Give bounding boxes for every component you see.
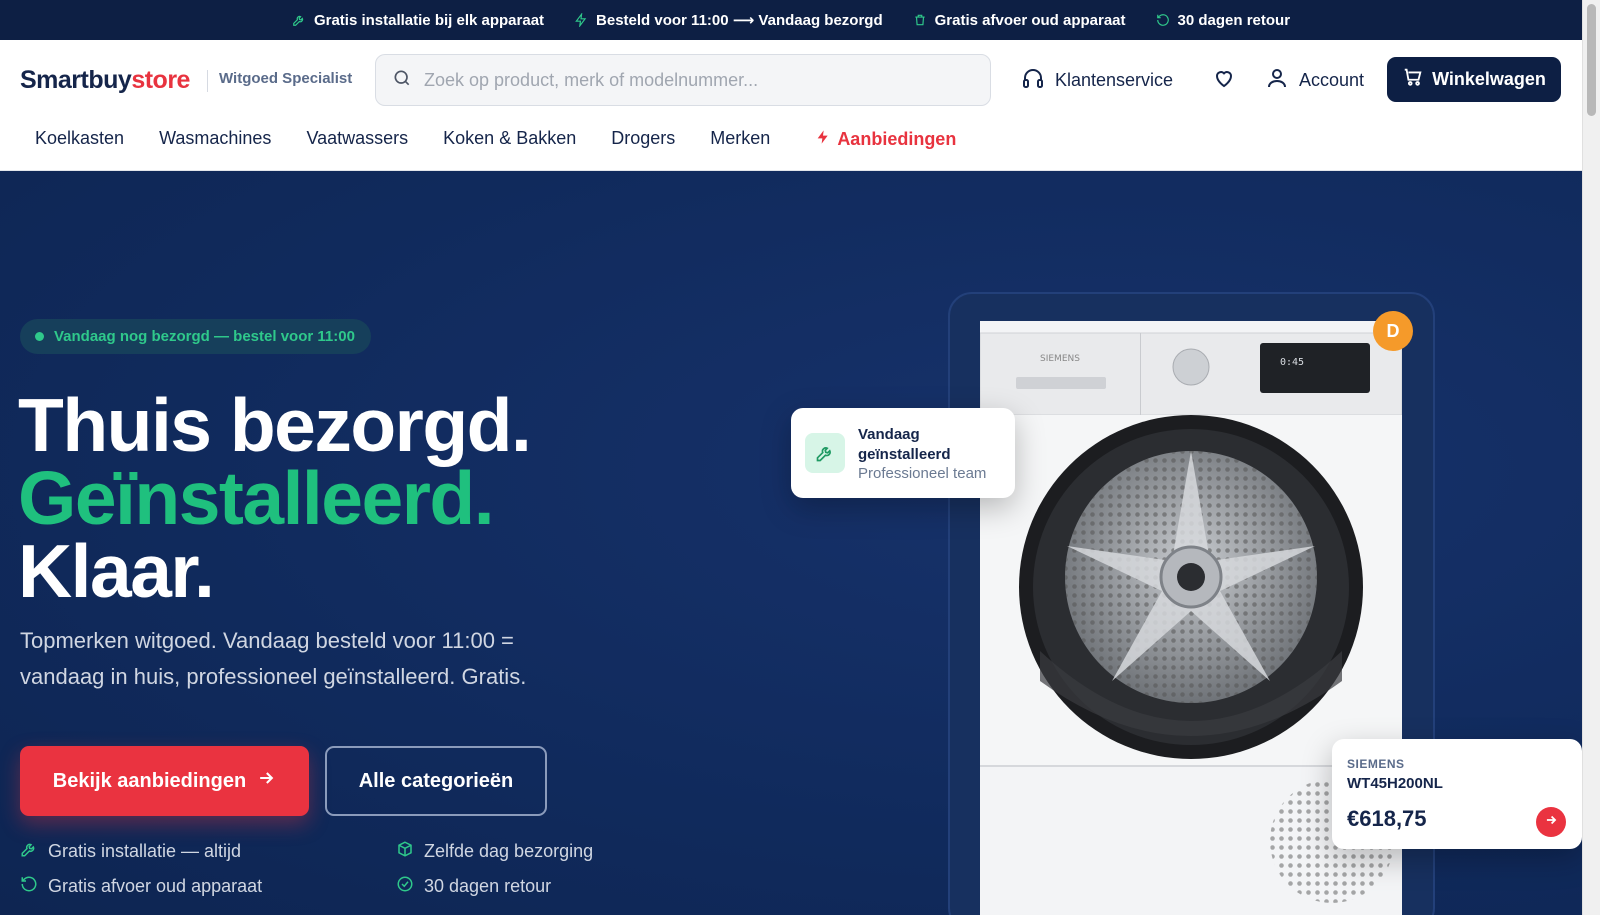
hero-headline-2: Geïnstalleerd.	[18, 456, 495, 540]
usp-return: 30 dagen retour	[396, 875, 551, 898]
installation-card: Vandaag geïnstalleerd Professioneel team	[791, 408, 1015, 498]
box-icon	[396, 840, 414, 863]
product-model: WT45H200NL	[1347, 775, 1443, 792]
promo-label: Gratis afvoer oud apparaat	[934, 11, 1126, 29]
product-link-button[interactable]	[1536, 807, 1566, 837]
status-dot	[35, 332, 44, 341]
logo[interactable]: Smartbuystore	[20, 66, 190, 95]
view-deals-label: Bekijk aanbiedingen	[52, 769, 247, 792]
search-bar[interactable]	[375, 54, 991, 106]
cart-label: Winkelwagen	[1432, 69, 1546, 89]
installation-card-subtitle: Professioneel team	[858, 465, 987, 482]
lightning-icon	[574, 13, 588, 27]
hero-headline-3: Klaar.	[18, 529, 215, 613]
usp-label: 30 dagen retour	[424, 876, 552, 896]
nav-item-koelkasten[interactable]: Koelkasten	[35, 128, 124, 151]
nav-item-merken[interactable]: Merken	[710, 128, 770, 151]
lightning-icon	[815, 128, 831, 151]
hero-headline-1: Thuis bezorgd.	[18, 383, 532, 467]
account-label: Account	[1299, 70, 1365, 90]
energy-label-badge: D	[1373, 311, 1413, 351]
cart-button[interactable]: Winkelwagen	[1387, 57, 1561, 102]
promo-label: 30 dagen retour	[1177, 11, 1291, 29]
delivery-pill: Vandaag nog bezorgd — bestel voor 11:00	[20, 319, 371, 354]
return-icon	[20, 875, 38, 898]
headphones-icon	[1021, 66, 1045, 95]
return-icon	[1156, 13, 1170, 27]
nav-item-wasmachines[interactable]: Wasmachines	[159, 128, 271, 151]
cart-icon	[1402, 66, 1424, 93]
view-deals-button[interactable]: Bekijk aanbiedingen	[20, 746, 309, 816]
trash-icon	[913, 13, 927, 27]
usp-same-day: Zelfde dag bezorging	[396, 840, 593, 863]
customer-service-link[interactable]: Klantenservice	[1021, 66, 1173, 95]
usp-installation: Gratis installatie — altijd	[20, 840, 241, 863]
promo-label: Besteld voor 11:00 ⟶ Vandaag bezorgd	[596, 12, 883, 29]
delivery-pill-label: Vandaag nog bezorgd — bestel voor 11:00	[54, 328, 355, 345]
wrench-icon	[20, 840, 38, 863]
installation-card-title: Vandaag geïnstalleerd	[858, 426, 951, 463]
user-icon	[1265, 66, 1289, 95]
usp-label: Zelfde dag bezorging	[424, 841, 594, 861]
appliance-brand-print: SIEMENS	[1040, 354, 1080, 364]
nav-item-aanbiedingen[interactable]: Aanbiedingen	[815, 128, 956, 151]
search-input[interactable]	[424, 69, 964, 91]
usp-disposal: Gratis afvoer oud apparaat	[20, 875, 262, 898]
scrollbar-thumb[interactable]	[1587, 4, 1596, 116]
hero-lead: Topmerken witgoed. Vandaag besteld voor …	[20, 628, 527, 689]
usp-label: Gratis installatie — altijd	[48, 841, 242, 861]
search-icon	[392, 68, 412, 93]
logo-part-1: Smartbuy	[20, 66, 132, 94]
heart-icon	[1212, 66, 1236, 95]
promo-item-return: 30 dagen retour	[1156, 11, 1291, 29]
product-brand: SIEMENS	[1347, 757, 1405, 771]
hero-section: Vandaag nog bezorgd — bestel voor 11:00 …	[0, 171, 1582, 915]
nav-item-vaatwassers[interactable]: Vaatwassers	[306, 128, 408, 151]
appliance-display: 0:45	[1280, 357, 1304, 368]
site-header: Smartbuystore Witgoed Specialist Klanten…	[0, 40, 1582, 171]
promo-label: Gratis installatie bij elk apparaat	[313, 11, 545, 29]
wrench-icon	[805, 433, 845, 473]
product-price-card[interactable]: SIEMENS WT45H200NL €618,75	[1332, 739, 1582, 849]
promo-item-installation: Gratis installatie bij elk apparaat	[292, 12, 544, 29]
nav-deals-label: Aanbiedingen	[837, 129, 957, 149]
check-circle-icon	[396, 875, 414, 898]
promo-item-disposal: Gratis afvoer oud apparaat	[913, 12, 1126, 29]
logo-part-2: store	[131, 66, 190, 94]
page-scrollbar[interactable]	[1582, 0, 1600, 915]
wishlist-button[interactable]	[1212, 66, 1236, 95]
arrow-right-icon	[1544, 813, 1558, 832]
logo-divider	[207, 70, 208, 92]
promo-item-delivery: Besteld voor 11:00 ⟶ Vandaag bezorgd	[574, 11, 883, 29]
wrench-icon	[292, 13, 306, 27]
logo-tagline: Witgoed Specialist	[219, 70, 353, 87]
product-price: €618,75	[1347, 806, 1427, 831]
arrow-right-icon	[256, 768, 276, 794]
nav-item-drogers[interactable]: Drogers	[611, 128, 675, 151]
promo-bar: Gratis installatie bij elk apparaat Best…	[0, 0, 1582, 40]
all-categories-button[interactable]: Alle categorieën	[325, 746, 547, 816]
main-nav: Koelkasten Wasmachines Vaatwassers Koken…	[35, 128, 991, 151]
nav-item-koken-bakken[interactable]: Koken & Bakken	[443, 128, 576, 151]
usp-label: Gratis afvoer oud apparaat	[48, 876, 263, 896]
account-link[interactable]: Account	[1265, 66, 1364, 95]
customer-service-label: Klantenservice	[1055, 70, 1174, 90]
